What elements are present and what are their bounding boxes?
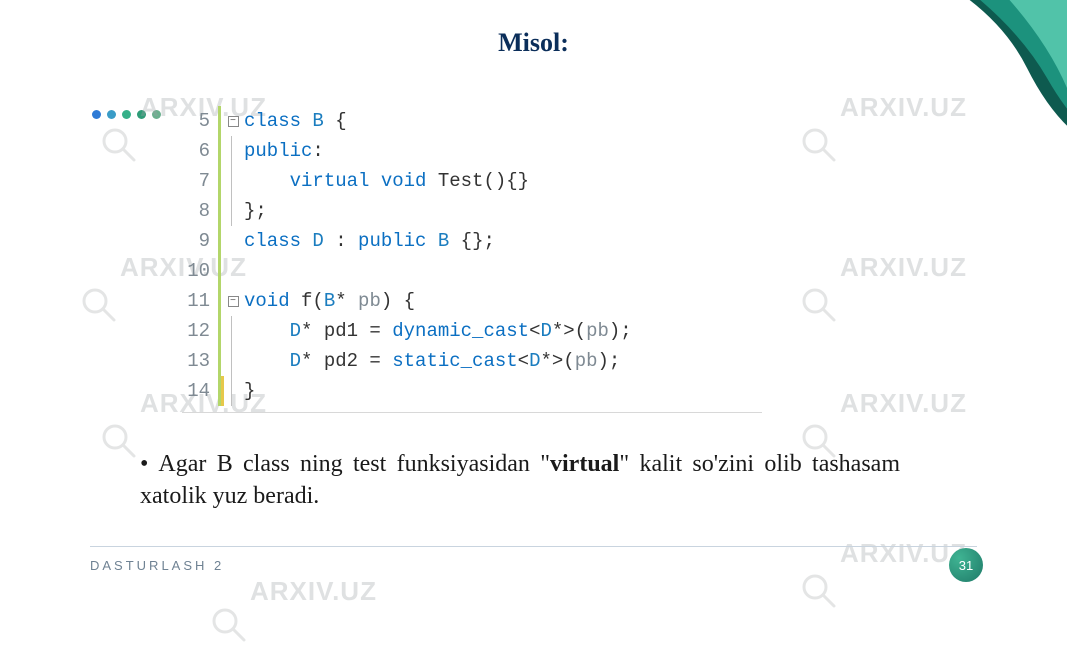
gutter-marker [216,136,226,166]
watermark-text: ARXIV.UZ [840,388,967,419]
line-number: 9 [182,230,216,252]
magnifier-icon [98,420,140,462]
line-number: 7 [182,170,216,192]
corner-decoration [807,0,1067,208]
gutter-marker [216,106,226,136]
footer-rule [90,546,977,547]
watermark-text: ARXIV.UZ [840,538,967,569]
fold-toggle-icon: − [226,106,240,136]
code-text: } [240,380,255,402]
fold-guide [226,166,240,196]
code-line: 11−void f(B* pb) { [182,286,802,316]
magnifier-icon [798,570,840,612]
fold-toggle-icon: − [226,286,240,316]
fold-empty [226,226,240,256]
code-text: D* pd2 = static_cast<D*>(pb); [240,350,620,372]
code-text: void f(B* pb) { [240,290,415,312]
code-line: 6 public: [182,136,802,166]
code-line: 14} [182,376,802,406]
line-number: 10 [182,260,216,282]
code-line: 9 class D : public B {}; [182,226,802,256]
fold-guide [226,376,240,406]
gutter-marker [216,316,226,346]
code-text: class B { [240,110,347,132]
gutter-marker [216,166,226,196]
code-line: 7 virtual void Test(){} [182,166,802,196]
line-number: 6 [182,140,216,162]
code-line: 13 D* pd2 = static_cast<D*>(pb); [182,346,802,376]
gutter-marker [216,256,226,286]
code-text: virtual void Test(){} [240,170,529,192]
code-text: D* pd1 = dynamic_cast<D*>(pb); [240,320,632,342]
bullet-pre: Agar B class ning test funksiyasidan " [158,451,550,477]
line-number: 11 [182,290,216,312]
gutter-marker [216,196,226,226]
fold-guide [226,196,240,226]
magnifier-icon [98,124,140,166]
line-number: 12 [182,320,216,342]
code-text: class D : public B {}; [240,230,495,252]
bullet-bold: virtual [550,451,619,477]
gutter-marker [216,346,226,376]
code-text: }; [240,200,267,222]
page-number-badge: 31 [949,548,983,582]
fold-guide [226,346,240,376]
footer-label: DASTURLASH 2 [90,558,224,573]
explanation-text: •Agar B class ning test funksiyasidan "v… [140,448,900,513]
fold-guide [226,316,240,346]
code-line: 8}; [182,196,802,226]
code-line: 5−class B { [182,106,802,136]
line-number: 14 [182,380,216,402]
magnifier-icon [798,284,840,326]
gutter-marker [216,286,226,316]
watermark-text: ARXIV.UZ [840,252,967,283]
line-number: 13 [182,350,216,372]
magnifier-icon [78,284,120,326]
gutter-marker [216,376,226,406]
decorative-dots [92,110,161,119]
fold-guide [226,136,240,166]
line-number: 5 [182,110,216,132]
fold-empty [226,256,240,286]
code-line: 10 [182,256,802,286]
line-number: 8 [182,200,216,222]
code-text: public: [240,140,324,162]
code-block: 5−class B {6public:7 virtual void Test()… [182,106,802,406]
code-line: 12 D* pd1 = dynamic_cast<D*>(pb); [182,316,802,346]
code-bottom-rule [182,412,762,413]
gutter-marker [216,226,226,256]
magnifier-icon [208,604,250,646]
watermark-text: ARXIV.UZ [250,576,377,607]
